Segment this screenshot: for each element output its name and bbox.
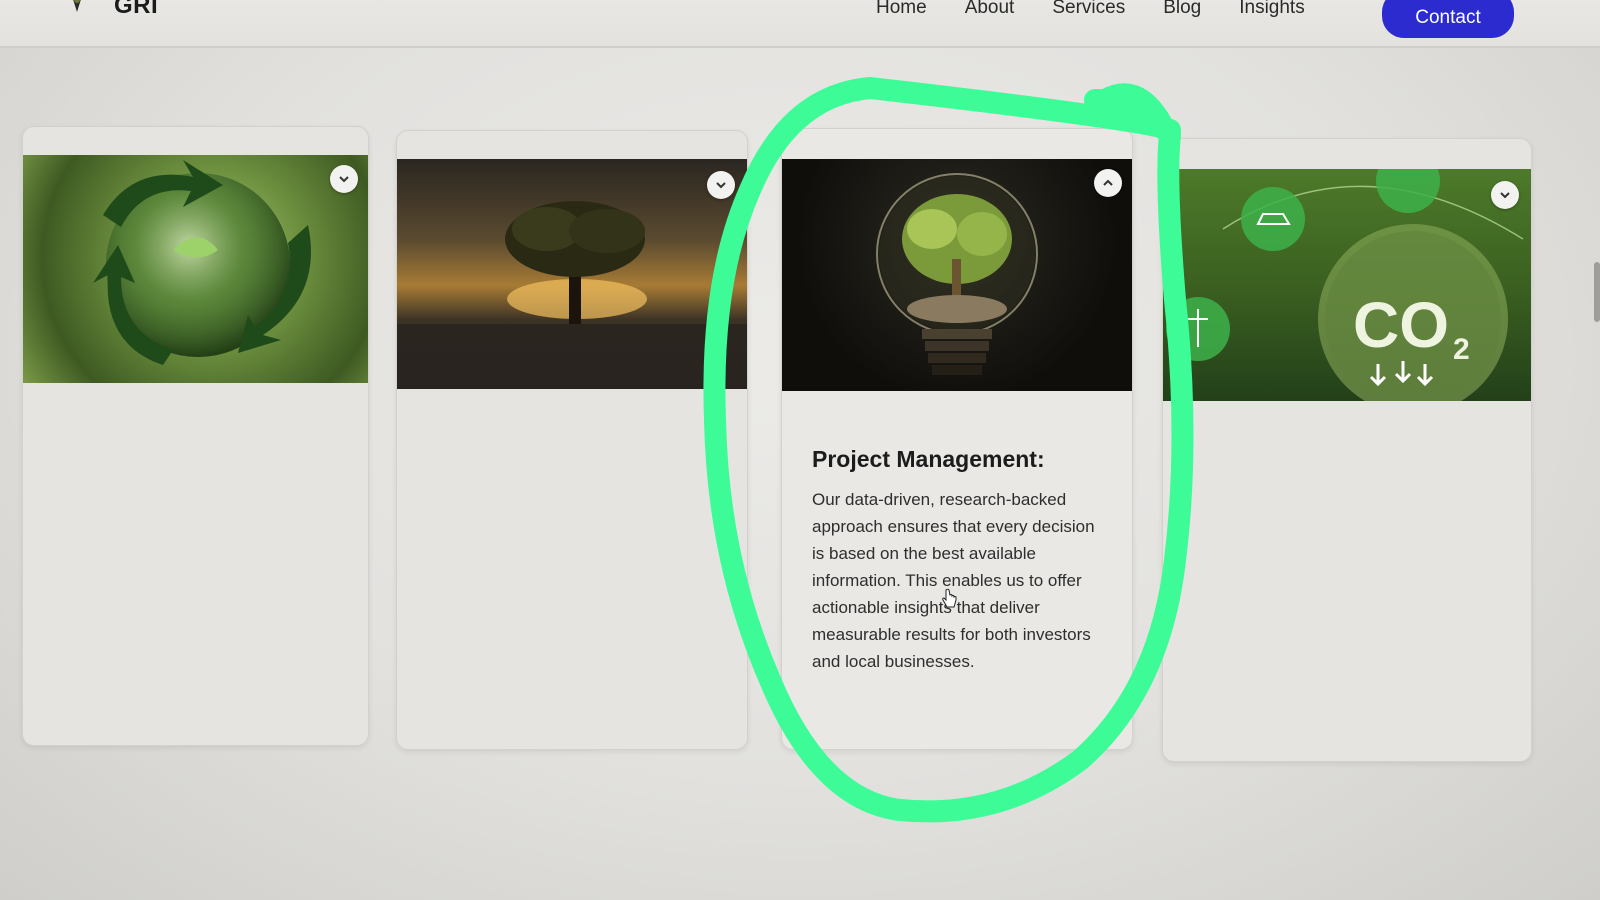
logo-icon[interactable] <box>66 0 88 16</box>
chevron-down-icon <box>339 176 349 183</box>
nav-link-home[interactable]: Home <box>876 0 927 19</box>
nav-link-services[interactable]: Services <box>1052 0 1125 19</box>
collapse-toggle[interactable] <box>1094 169 1122 197</box>
nav-link-blog[interactable]: Blog <box>1163 0 1201 19</box>
co2-subscript: 2 <box>1453 333 1470 366</box>
chevron-up-icon <box>1103 179 1113 186</box>
nav-link-insights[interactable]: Insights <box>1239 0 1304 19</box>
logo-text[interactable]: GRI <box>114 0 158 20</box>
service-card[interactable] <box>396 130 748 750</box>
expand-toggle[interactable] <box>1491 181 1519 209</box>
card-description: Our data-driven, research-backed approac… <box>812 490 1095 671</box>
recycling-earth-image <box>23 155 368 383</box>
contact-button[interactable]: Contact <box>1382 0 1514 38</box>
top-navigation-bar: GRI Home About Services Blog Insights Co… <box>0 0 1600 48</box>
chevron-down-icon <box>1500 192 1510 199</box>
service-card[interactable]: CO 2 <box>1162 138 1532 762</box>
chevron-down-icon <box>716 182 726 189</box>
co2-globe-image: CO 2 <box>1163 169 1531 401</box>
nav-link-about[interactable]: About <box>965 0 1015 19</box>
expand-toggle[interactable] <box>707 171 735 199</box>
page: GRI Home About Services Blog Insights Co… <box>0 0 1600 900</box>
nav-links: Home About Services Blog Insights <box>876 0 1343 19</box>
expand-toggle[interactable] <box>330 165 358 193</box>
scrollbar-thumb[interactable] <box>1594 262 1600 322</box>
service-card[interactable] <box>22 126 369 746</box>
co2-label: CO <box>1353 289 1449 361</box>
service-card-expanded[interactable]: Project Management: Our data-driven, res… <box>781 128 1133 750</box>
tree-sunset-image <box>397 159 747 389</box>
hand-pointer-icon <box>942 588 957 608</box>
card-title: Project Management: <box>812 446 1045 472</box>
tree-lightbulb-image <box>782 159 1132 391</box>
